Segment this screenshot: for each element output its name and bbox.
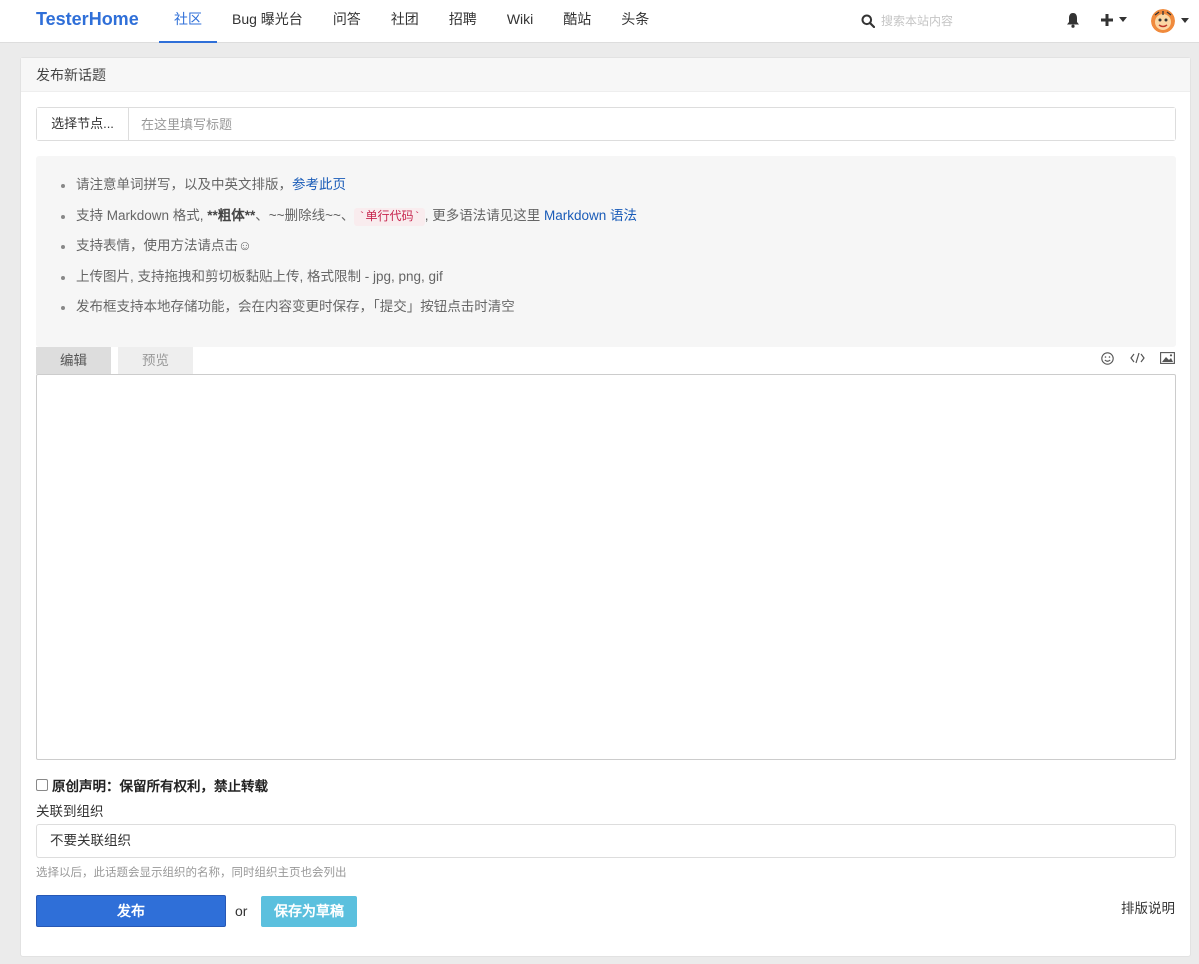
inline-code-sample: `单行代码` [354, 207, 425, 226]
avatar [1151, 9, 1175, 33]
nav-item-groups[interactable]: 社团 [376, 0, 434, 43]
tab-edit[interactable]: 编辑 [36, 347, 111, 374]
save-draft-button[interactable]: 保存为草稿 [261, 896, 357, 927]
nav-item-community[interactable]: 社区 [159, 0, 217, 43]
tip-item: 支持 Markdown 格式, **粗体**、~~删除线~~、 `单行代码`, 更… [60, 203, 637, 234]
nav-item-wiki[interactable]: Wiki [492, 0, 548, 43]
editor-toolbar [1098, 349, 1176, 367]
editor-tabs: 编辑 预览 [36, 347, 1176, 374]
markdown-syntax-link[interactable]: Markdown 语法 [544, 208, 637, 223]
plus-icon [1101, 14, 1113, 26]
nav-item-qa[interactable]: 问答 [318, 0, 376, 43]
image-icon[interactable] [1158, 349, 1176, 367]
title-row: 选择节点... [36, 107, 1176, 141]
bell-icon[interactable] [1066, 12, 1080, 28]
nav-item-headlines[interactable]: 头条 [606, 0, 664, 43]
top-navbar: TesterHome 社区 Bug 曝光台 问答 社团 招聘 Wiki 酷站 头… [0, 0, 1199, 43]
tip-item: 请注意单词拼写，以及中英文排版，参考此页 [60, 172, 637, 203]
title-input[interactable] [129, 108, 1175, 140]
tips-box: 请注意单词拼写，以及中英文排版，参考此页 支持 Markdown 格式, **粗… [36, 156, 1176, 347]
format-help-link[interactable]: 排版说明 [1121, 897, 1175, 917]
brand-logo[interactable]: TesterHome [36, 9, 139, 30]
smile-icon[interactable] [1098, 349, 1116, 367]
nav-item-bug[interactable]: Bug 曝光台 [217, 0, 318, 43]
tip-item: 发布框支持本地存储功能，会在内容变更时保存，「提交」按钮点击时清空 [60, 294, 637, 325]
content-editor[interactable] [36, 374, 1176, 760]
nav-menu: 社区 Bug 曝光台 问答 社团 招聘 Wiki 酷站 头条 [159, 0, 664, 43]
user-menu-toggle[interactable] [1151, 7, 1191, 35]
select-node-button[interactable]: 选择节点... [37, 108, 129, 140]
panel-title: 发布新话题 [21, 58, 1190, 92]
search-icon[interactable] [861, 14, 876, 29]
caret-down-icon [1181, 18, 1189, 23]
or-separator: or [235, 903, 248, 919]
typesetting-guide-link[interactable]: 参考此页 [292, 177, 346, 192]
org-label: 关联到组织 [36, 804, 104, 819]
tab-preview[interactable]: 预览 [118, 347, 193, 374]
publish-button[interactable]: 发布 [36, 895, 226, 927]
new-menu-toggle[interactable] [1101, 12, 1131, 28]
nav-item-jobs[interactable]: 招聘 [434, 0, 492, 43]
tip-item: 上传图片, 支持拖拽和剪切板黏贴上传, 格式限制 - jpg, png, gif [60, 264, 637, 295]
org-help-text: 选择以后，此话题会显示组织的名称，同时组织主页也会列出 [36, 867, 347, 879]
nav-item-sites[interactable]: 酷站 [548, 0, 606, 43]
search-input[interactable] [881, 14, 1031, 28]
org-select[interactable]: 不要关联组织 [36, 824, 1176, 858]
search-box [861, 12, 1031, 30]
original-checkbox[interactable] [36, 779, 48, 791]
new-topic-panel: 发布新话题 选择节点... 请注意单词拼写，以及中英文排版，参考此页 支持 Ma… [20, 57, 1191, 957]
tip-item: 支持表情，使用方法请点击☺ [60, 233, 637, 264]
original-label[interactable]: 原创声明：保留所有权利，禁止转载 [52, 775, 268, 795]
code-icon[interactable] [1128, 349, 1146, 367]
original-declaration: 原创声明：保留所有权利，禁止转载 [36, 776, 268, 794]
caret-down-icon [1119, 17, 1127, 22]
